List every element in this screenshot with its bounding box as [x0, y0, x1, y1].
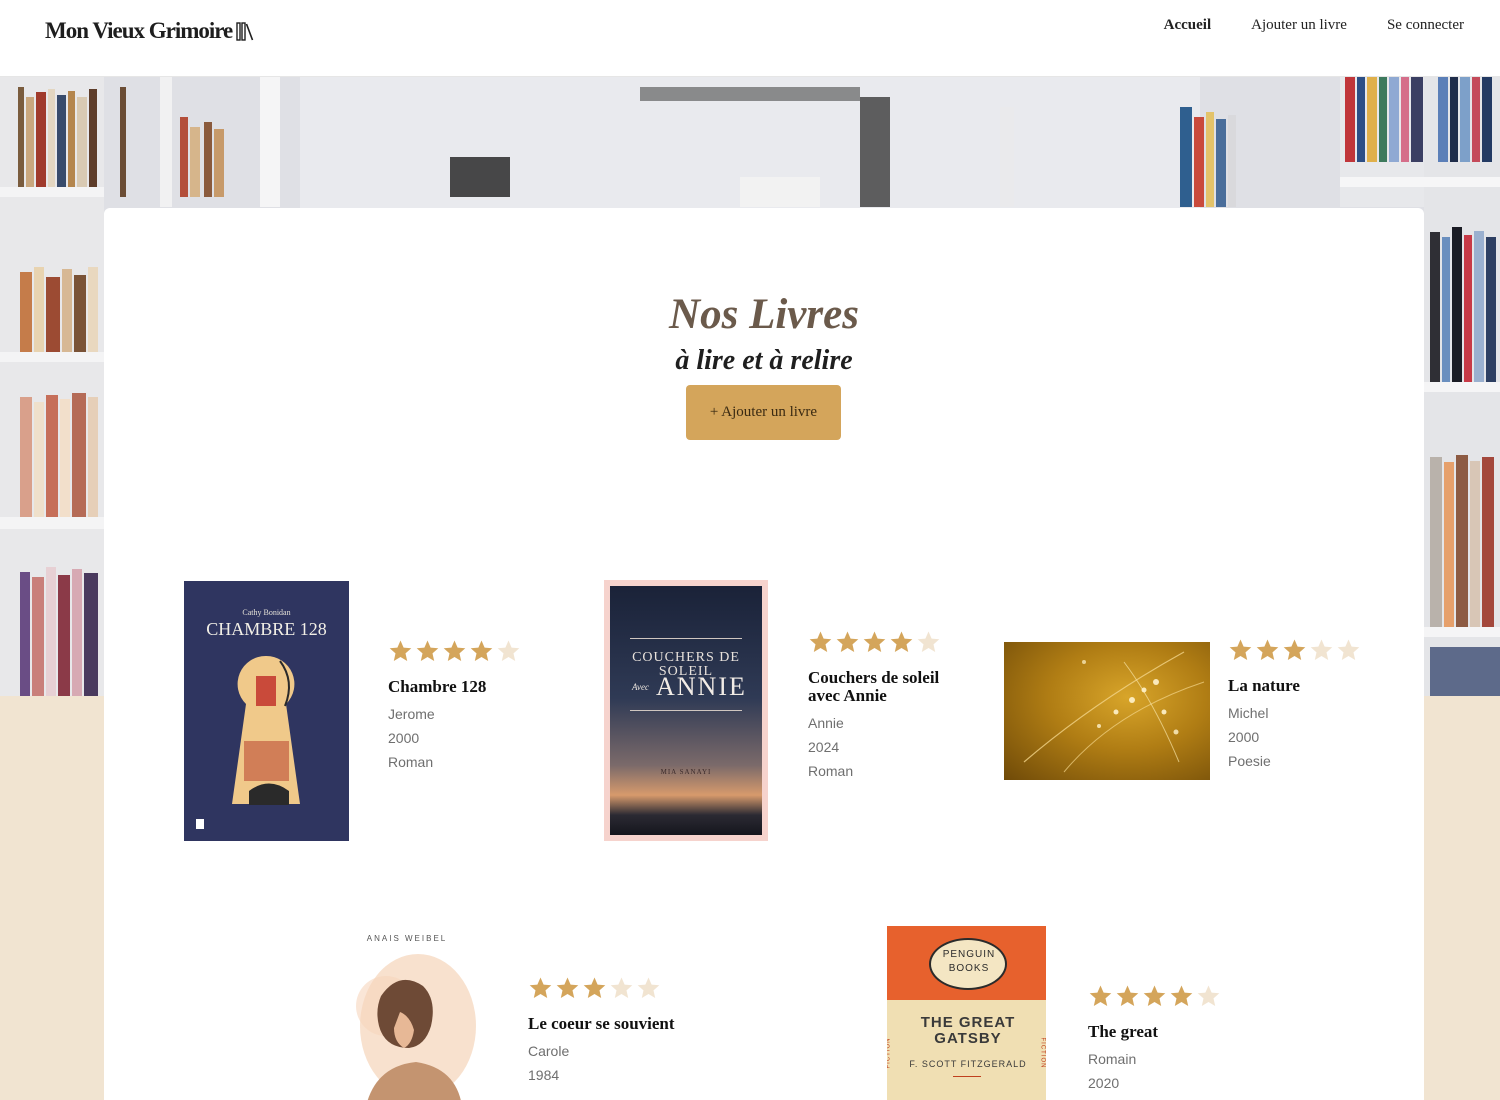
star-filled-icon — [809, 631, 832, 652]
nav-item-accueil[interactable]: Accueil — [1164, 17, 1211, 34]
books-logo-icon — [236, 22, 254, 41]
nav-item-se-connecter[interactable]: Se connecter — [1387, 17, 1464, 34]
cover-rule-line — [630, 710, 742, 711]
rating-stars — [388, 639, 538, 664]
badge-line1: PENGUIN — [942, 949, 996, 960]
page-subtitle: à lire et à relire — [675, 345, 853, 376]
book-year: 2000 — [1228, 729, 1260, 745]
cover-author-text: Cathy Bonidan — [242, 608, 291, 617]
book-card[interactable]: COUCHERS DE SOLEIL Avec ANNIE MIA SANAYI… — [604, 580, 964, 842]
cover-rule-line — [630, 638, 742, 639]
book-title[interactable]: Le coeur se souvient — [528, 1015, 678, 1033]
star-empty-icon — [1197, 985, 1220, 1006]
star-filled-icon — [529, 977, 552, 998]
cover-title-line2: GATSBY — [934, 1030, 1002, 1047]
star-filled-icon — [1143, 985, 1166, 1006]
book-card[interactable]: PENGUIN BOOKS THE GREAT GATSBY F. SCOTT … — [887, 926, 1247, 1100]
book-author: Annie — [808, 715, 844, 731]
book-author: Carole — [528, 1043, 570, 1059]
cover-author-text: MIA SANAYI — [660, 768, 712, 776]
cover-author-text: ANAIS WEIBEL — [366, 934, 448, 943]
star-filled-icon — [890, 631, 913, 652]
book-author: Michel — [1228, 705, 1269, 721]
star-empty-icon — [1337, 639, 1360, 660]
books-card: Nos Livres à lire et à relire + Ajouter … — [104, 208, 1424, 1100]
nav-item-ajouter-un-livre[interactable]: Ajouter un livre — [1251, 17, 1347, 34]
book-title[interactable]: La nature — [1228, 677, 1364, 695]
star-filled-icon — [1256, 639, 1279, 660]
star-filled-icon — [470, 640, 493, 661]
star-filled-icon — [416, 640, 439, 661]
cover-title-line3-big: ANNIE — [656, 672, 747, 701]
book-genre: Roman — [388, 754, 434, 770]
cover-title-line1: THE GREAT — [920, 1014, 1016, 1031]
site-header: Mon Vieux Grimoire Accueil Ajouter un li… — [0, 0, 1500, 77]
book-cover[interactable]: COUCHERS DE SOLEIL Avec ANNIE MIA SANAYI — [604, 580, 768, 841]
book-title[interactable]: Couchers de soleil avec Annie — [808, 669, 958, 705]
cover-art-dewdrops — [1023, 651, 1205, 773]
badge-line2: BOOKS — [948, 963, 990, 974]
book-year: 2020 — [1088, 1075, 1120, 1091]
book-author: Jerome — [388, 706, 435, 722]
star-filled-icon — [836, 631, 859, 652]
star-filled-icon — [443, 640, 466, 661]
book-title[interactable]: The great — [1088, 1023, 1238, 1041]
add-book-button[interactable]: + Ajouter un livre — [686, 385, 841, 440]
logo-text: Mon Vieux Grimoire — [45, 18, 233, 43]
star-filled-icon — [389, 640, 412, 661]
star-filled-icon — [1089, 985, 1112, 1006]
main-nav: Accueil Ajouter un livre Se connecter — [1164, 17, 1464, 34]
site-logo[interactable]: Mon Vieux Grimoire — [45, 18, 254, 44]
book-year: 1984 — [528, 1067, 560, 1083]
star-empty-icon — [917, 631, 940, 652]
book-year: 2000 — [388, 730, 420, 746]
book-card[interactable]: ANAIS WEIBEL Le coeur se souvient Carole… — [326, 926, 686, 1100]
book-genre: Roman — [808, 763, 854, 779]
star-filled-icon — [556, 977, 579, 998]
book-cover[interactable]: PENGUIN BOOKS THE GREAT GATSBY F. SCOTT … — [887, 926, 1046, 1100]
star-filled-icon — [1116, 985, 1139, 1006]
book-info: Le coeur se souvient Carole 1984 — [528, 976, 678, 1087]
book-cover[interactable] — [1004, 642, 1210, 780]
star-filled-icon — [583, 977, 606, 998]
cover-side-text-right: FICTION — [1039, 1037, 1046, 1069]
star-empty-icon — [637, 977, 660, 998]
book-info: Couchers de soleil avec Annie Annie 2024… — [808, 630, 958, 783]
rating-stars — [528, 976, 678, 1001]
star-filled-icon — [863, 631, 886, 652]
book-genre: Poesie — [1228, 753, 1271, 769]
rating-stars — [1088, 984, 1238, 1009]
star-filled-icon — [1170, 985, 1193, 1006]
book-info: La nature Michel 2000 Poesie — [1228, 638, 1364, 773]
book-year: 2024 — [808, 739, 840, 755]
star-empty-icon — [610, 977, 633, 998]
book-title[interactable]: Chambre 128 — [388, 678, 538, 696]
cover-author-text: F. SCOTT FITZGERALD — [909, 1059, 1027, 1069]
cover-title-text: CHAMBRE 128 — [206, 619, 327, 639]
book-card[interactable]: La nature Michel 2000 Poesie — [1004, 638, 1364, 780]
book-cover[interactable]: Cathy Bonidan CHAMBRE 128 — [184, 581, 349, 841]
book-info: Chambre 128 Jerome 2000 Roman — [388, 639, 538, 774]
star-filled-icon — [1229, 639, 1252, 660]
book-cover[interactable]: ANAIS WEIBEL — [326, 926, 488, 1100]
cover-art-woman-portrait — [356, 954, 476, 1100]
book-author: Romain — [1088, 1051, 1137, 1067]
cover-title-line3-small: Avec — [632, 682, 649, 692]
star-filled-icon — [1283, 639, 1306, 660]
book-card[interactable]: Cathy Bonidan CHAMBRE 128 Chambre 128 Je… — [184, 581, 544, 841]
rating-stars — [1228, 638, 1364, 663]
cover-side-text-left: FICTION — [887, 1037, 892, 1069]
cover-rule-line — [953, 1076, 981, 1077]
star-empty-icon — [1310, 639, 1333, 660]
rating-stars — [808, 630, 958, 655]
star-empty-icon — [497, 640, 520, 661]
page-title: Nos Livres — [669, 291, 859, 338]
book-info: The great Romain 2020 — [1088, 984, 1238, 1095]
